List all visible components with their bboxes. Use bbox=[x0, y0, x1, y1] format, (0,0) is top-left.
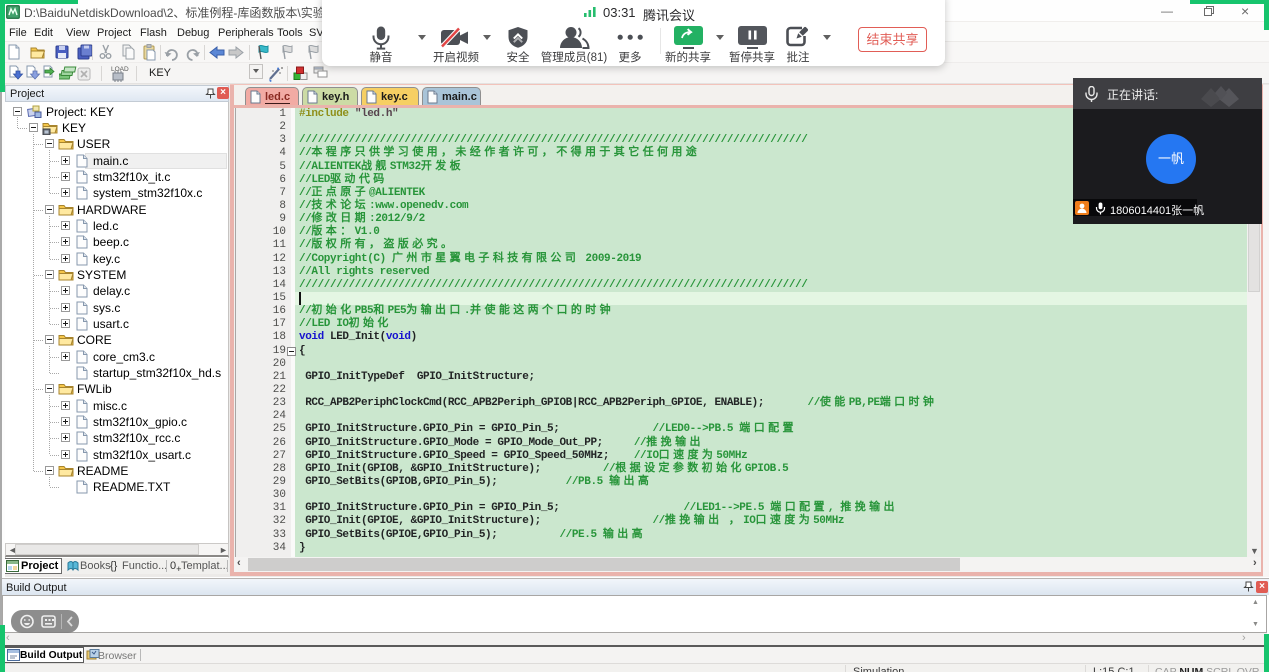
svg-text:LOAD: LOAD bbox=[111, 66, 129, 73]
